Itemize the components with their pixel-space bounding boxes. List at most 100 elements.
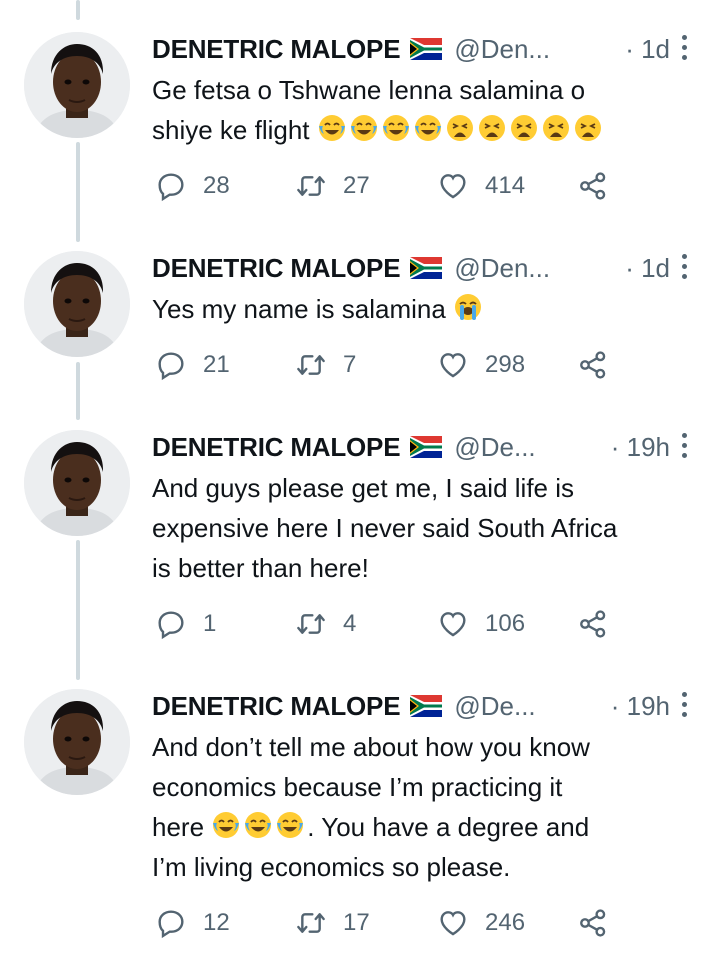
joy-emoji-icon (413, 113, 443, 143)
retweet-count: 4 (343, 610, 357, 637)
more-options-icon[interactable] (678, 251, 690, 281)
joy-emoji-icon (349, 113, 379, 143)
joy-emoji-icon (317, 113, 347, 143)
reply-button[interactable]: 12 (155, 906, 230, 940)
joy-emoji-icon (243, 810, 273, 840)
like-button[interactable]: 106 (437, 607, 525, 641)
retweet-count: 7 (343, 351, 357, 378)
retweet-button[interactable]: 17 (295, 906, 370, 940)
tweet-text-line: economics because I’m practicing it (152, 772, 563, 802)
avatar[interactable] (24, 689, 130, 795)
tweet-text: And don’t tell me about how you know eco… (152, 727, 697, 887)
like-button[interactable]: 414 (437, 169, 525, 203)
display-name[interactable]: DENETRIC MALOPE (152, 432, 401, 463)
like-button[interactable]: 298 (437, 348, 525, 382)
tweet-text-line: here (152, 812, 212, 842)
retweet-icon (295, 907, 327, 939)
south-africa-flag-icon (410, 695, 442, 717)
user-handle[interactable]: @Den... (454, 34, 550, 65)
share-button[interactable] (577, 607, 609, 641)
share-icon (577, 608, 609, 640)
retweet-icon (295, 349, 327, 381)
reply-icon (155, 170, 187, 202)
weary-emoji-icon (509, 113, 539, 143)
retweet-button[interactable]: 4 (295, 607, 356, 641)
retweet-button[interactable]: 7 (295, 348, 356, 382)
reply-icon (155, 907, 187, 939)
tweet-text-line: expensive here I never said South Africa (152, 513, 618, 543)
more-options-icon[interactable] (678, 430, 690, 460)
more-options-icon[interactable] (678, 689, 690, 719)
tweet-actions: 1 4 106 (155, 607, 615, 641)
thread-line (76, 142, 80, 242)
weary-emoji-icon (445, 113, 475, 143)
tweet-text-line: shiye ke flight (152, 115, 317, 145)
weary-emoji-icon (477, 113, 507, 143)
tweet-header: DENETRIC MALOPE @Den... · 1d (152, 32, 690, 66)
reply-icon (155, 608, 187, 640)
retweet-icon (295, 170, 327, 202)
retweet-icon (295, 608, 327, 640)
tweet-actions: 28 27 414 (155, 169, 615, 203)
more-options-icon[interactable] (678, 32, 690, 62)
user-handle[interactable]: @De... (454, 432, 535, 463)
tweet-text-line: And guys please get me, I said life is (152, 473, 575, 503)
avatar[interactable] (24, 251, 130, 357)
like-count: 246 (485, 909, 526, 936)
joy-emoji-icon (381, 113, 411, 143)
south-africa-flag-icon (410, 257, 442, 279)
share-icon (577, 907, 609, 939)
tweet-text-line: Yes my name is salamina (152, 294, 454, 324)
tweet-text-line: is better than here! (152, 553, 369, 583)
reply-count: 28 (203, 172, 230, 199)
tweet-text-line: Ge fetsa o Tshwane lenna salamina o (152, 75, 586, 105)
share-button[interactable] (577, 348, 609, 382)
retweet-count: 17 (343, 909, 370, 936)
tweet-text: And guys please get me, I said life is e… (152, 468, 697, 588)
reply-button[interactable]: 28 (155, 169, 230, 203)
share-icon (577, 349, 609, 381)
user-handle[interactable]: @De... (454, 691, 535, 722)
reply-button[interactable]: 1 (155, 607, 216, 641)
tweet-actions: 12 17 246 (155, 906, 615, 940)
tweet-text-line: . You have a degree and (307, 812, 590, 842)
retweet-button[interactable]: 27 (295, 169, 370, 203)
south-africa-flag-icon (410, 436, 442, 458)
display-name[interactable]: DENETRIC MALOPE (152, 34, 401, 65)
retweet-count: 27 (343, 172, 370, 199)
avatar[interactable] (24, 32, 130, 138)
weary-emoji-icon (541, 113, 571, 143)
display-name[interactable]: DENETRIC MALOPE (152, 691, 401, 722)
reply-count: 21 (203, 351, 230, 378)
like-icon (437, 907, 469, 939)
tweet-text: Ge fetsa o Tshwane lenna salamina o shiy… (152, 70, 697, 150)
reply-count: 1 (203, 610, 217, 637)
loudly-crying-emoji-icon (453, 292, 483, 322)
like-button[interactable]: 246 (437, 906, 525, 940)
south-africa-flag-icon (410, 38, 442, 60)
avatar[interactable] (24, 430, 130, 536)
thread-line (76, 0, 80, 20)
thread-line (76, 362, 80, 420)
display-name[interactable]: DENETRIC MALOPE (152, 253, 401, 284)
reply-count: 12 (203, 909, 230, 936)
like-icon (437, 170, 469, 202)
user-handle[interactable]: @Den... (454, 253, 550, 284)
weary-emoji-icon (573, 113, 603, 143)
tweet-header: DENETRIC MALOPE @De... · 19h (152, 430, 690, 464)
like-icon (437, 608, 469, 640)
like-icon (437, 349, 469, 381)
joy-emoji-icon (211, 810, 241, 840)
tweet-header: DENETRIC MALOPE @De... · 19h (152, 689, 690, 723)
like-count: 106 (485, 610, 526, 637)
tweet-actions: 21 7 298 (155, 348, 615, 382)
share-icon (577, 170, 609, 202)
reply-icon (155, 349, 187, 381)
thread-line (76, 540, 80, 680)
share-button[interactable] (577, 906, 609, 940)
share-button[interactable] (577, 169, 609, 203)
reply-button[interactable]: 21 (155, 348, 230, 382)
tweet-header: DENETRIC MALOPE @Den... · 1d (152, 251, 690, 285)
tweet-text-line: I’m living economics so please. (152, 852, 511, 882)
joy-emoji-icon (275, 810, 305, 840)
